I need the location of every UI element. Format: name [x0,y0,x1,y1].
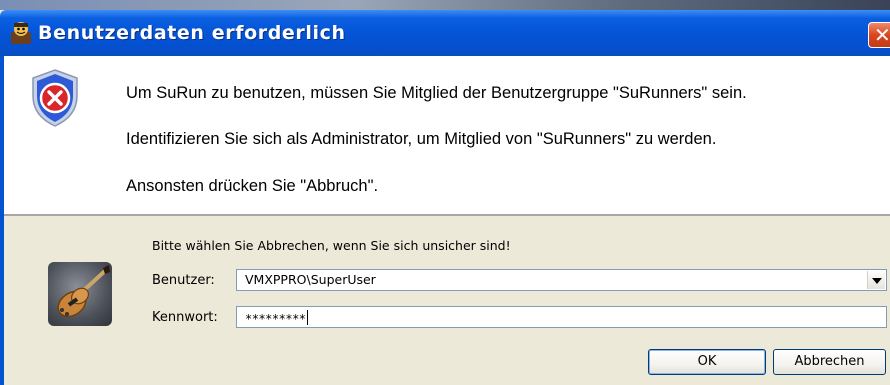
cancel-button[interactable]: Abbrechen [773,349,886,375]
user-value: VMXPPRO\SuperUser [245,272,376,287]
password-field[interactable]: ********* [236,306,887,328]
security-shield-error-icon [32,69,78,127]
message-line-1: Um SuRun zu benutzen, müssen Sie Mitglie… [126,84,747,102]
user-select[interactable]: VMXPPRO\SuperUser [236,269,887,291]
message-panel: Um SuRun zu benutzen, müssen Sie Mitglie… [4,56,890,214]
credentials-dialog: Benutzerdaten erforderlich ✕ Um SuRun zu… [0,10,890,385]
credentials-panel: Bitte wählen Sie Abbrechen, wenn Sie sic… [4,216,890,385]
message-line-3: Ansonsten drücken Sie "Abbruch". [126,177,379,195]
chevron-down-icon[interactable] [867,271,885,289]
user-label: Benutzer: [152,273,215,288]
close-button[interactable]: ✕ [868,22,890,48]
text-caret [306,310,308,325]
title-bar[interactable]: Benutzerdaten erforderlich ✕ [0,10,890,56]
message-line-2: Identifizieren Sie sich als Administrato… [126,130,717,148]
hint-text: Bitte wählen Sie Abbrechen, wenn Sie sic… [152,238,511,253]
password-label: Kennwort: [152,310,218,325]
background-strip [0,0,890,10]
guitar-user-avatar [48,262,112,326]
guitar-icon [57,265,110,318]
password-value: ********* [245,312,306,326]
ok-button[interactable]: OK [648,349,766,375]
surun-app-icon [11,22,31,44]
dialog-title: Benutzerdaten erforderlich [38,22,346,44]
close-icon: ✕ [874,23,890,47]
